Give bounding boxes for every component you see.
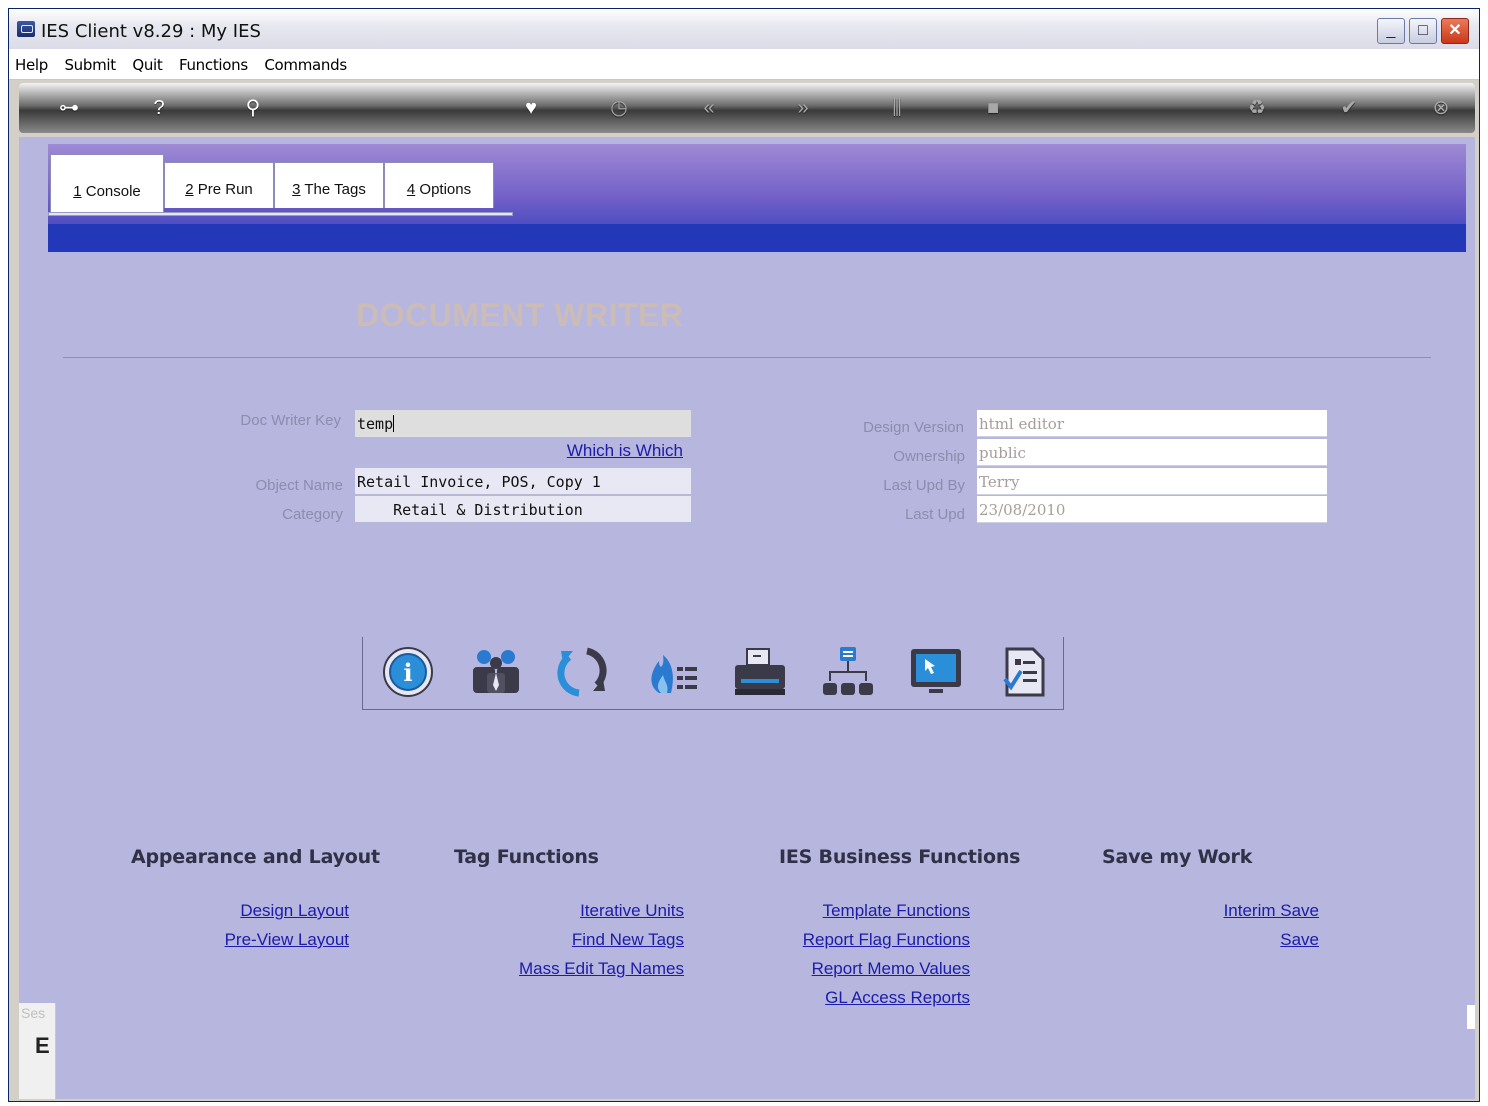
refresh-icon[interactable] (557, 645, 611, 699)
status-label: Ses (21, 1005, 46, 1021)
status-panel: Ses E (19, 1003, 56, 1099)
page-title: DOCUMENT WRITER (356, 297, 684, 333)
design-version-field[interactable]: html editor (977, 410, 1327, 437)
check-icon[interactable]: ✔ (1337, 97, 1361, 119)
tab-label: Pre Run (193, 181, 253, 198)
tab-key: 2 (185, 181, 194, 198)
tab-options[interactable]: 4 Options (384, 162, 494, 208)
menu-functions[interactable]: Functions (173, 49, 254, 74)
tab-the-tags[interactable]: 3 The Tags (274, 162, 384, 208)
users-icon[interactable] (469, 645, 523, 699)
window-title: IES Client v8.29 : My IES (41, 21, 261, 42)
preview-layout-link[interactable]: Pre-View Layout (119, 930, 349, 950)
header-stripe (48, 224, 1466, 252)
app-icon (17, 21, 35, 37)
last-upd-by-label: Last Upd By (883, 477, 965, 494)
app-window: IES Client v8.29 : My IES _ □ ✕ Help Sub… (8, 8, 1480, 1102)
toolbar: ⊶ ? ⚲ ♥ ◷ « » ⫼ ■ ♻ ✔ ⊗ (19, 83, 1475, 133)
close-window-button[interactable]: ✕ (1441, 18, 1469, 44)
title-bar[interactable]: IES Client v8.29 : My IES _ □ ✕ (9, 9, 1479, 50)
tab-label: The Tags (300, 181, 366, 198)
iterative-units-link[interactable]: Iterative Units (444, 901, 684, 921)
tab-console[interactable]: 1 Console (50, 154, 164, 212)
last-upd-by-field[interactable]: Terry (977, 468, 1327, 495)
doc-writer-key-value: temp (357, 415, 394, 433)
report-memo-values-link[interactable]: Report Memo Values (739, 959, 970, 979)
recycle-icon[interactable]: ♻ (1245, 97, 1269, 119)
text-caret (393, 415, 395, 432)
interim-save-link[interactable]: Interim Save (1119, 901, 1319, 921)
design-version-label: Design Version (863, 419, 964, 436)
info-icon[interactable]: i (381, 645, 435, 699)
doc-writer-key-label: Doc Writer Key (240, 412, 341, 429)
header-band: 1 Console 2 Pre Run 3 The Tags 4 Options (48, 144, 1466, 252)
last-upd-field[interactable]: 23/08/2010 (977, 496, 1327, 523)
checklist-doc-icon[interactable] (997, 645, 1051, 699)
status-glyph: E (35, 1033, 50, 1058)
forward-icon[interactable]: » (791, 97, 815, 119)
ownership-label: Ownership (893, 448, 965, 465)
which-is-which-link[interactable]: Which is Which (463, 441, 683, 461)
minimize-button[interactable]: _ (1377, 18, 1405, 44)
ownership-field[interactable]: public (977, 439, 1327, 466)
maximize-button[interactable]: □ (1409, 18, 1437, 44)
appearance-heading: Appearance and Layout (131, 846, 380, 868)
rewind-icon[interactable]: « (697, 97, 721, 119)
chart-icon[interactable]: ⫼ (885, 97, 909, 119)
help-icon[interactable]: ? (147, 97, 171, 119)
hierarchy-icon[interactable] (821, 645, 875, 699)
report-flag-functions-link[interactable]: Report Flag Functions (739, 930, 970, 950)
tab-pre-run[interactable]: 2 Pre Run (164, 162, 274, 208)
svg-text:i: i (403, 658, 412, 687)
fire-list-icon[interactable] (645, 645, 699, 699)
save-my-work-heading: Save my Work (1102, 846, 1253, 868)
tab-underline (48, 212, 513, 216)
search-icon[interactable]: ⚲ (241, 97, 265, 119)
doc-writer-key-input[interactable]: temp (355, 410, 691, 437)
heart-icon[interactable]: ♥ (519, 97, 543, 119)
template-functions-link[interactable]: Template Functions (739, 901, 970, 921)
main-content: 1 Console 2 Pre Run 3 The Tags 4 Options… (19, 137, 1475, 1099)
menu-bar: Help Submit Quit Functions Commands (9, 49, 1479, 80)
key-icon[interactable]: ⊶ (49, 97, 89, 119)
tab-key: 1 (73, 183, 82, 200)
design-layout-link[interactable]: Design Layout (119, 901, 349, 921)
tag-functions-heading: Tag Functions (454, 846, 599, 868)
mass-edit-tag-names-link[interactable]: Mass Edit Tag Names (444, 959, 684, 979)
printer-icon[interactable] (733, 645, 787, 699)
object-name-field[interactable]: Retail Invoice, POS, Copy 1 (355, 468, 691, 495)
save-link[interactable]: Save (1119, 930, 1319, 950)
tab-label: Console (81, 183, 141, 200)
gl-access-reports-link[interactable]: GL Access Reports (739, 988, 970, 1008)
business-functions-heading: IES Business Functions (779, 846, 1021, 868)
category-label: Category (282, 506, 343, 523)
menu-commands[interactable]: Commands (258, 49, 353, 74)
tab-label: Options (415, 181, 472, 198)
clock-icon[interactable]: ◷ (607, 97, 631, 119)
divider (63, 357, 1431, 358)
action-icon-row: i (362, 637, 1064, 710)
object-name-label: Object Name (255, 477, 343, 494)
find-new-tags-link[interactable]: Find New Tags (444, 930, 684, 950)
menu-submit[interactable]: Submit (58, 49, 121, 74)
menu-quit[interactable]: Quit (126, 49, 168, 74)
category-field[interactable]: Retail & Distribution (355, 496, 691, 523)
tab-key: 3 (292, 181, 301, 198)
right-edge-strip (1467, 1005, 1475, 1029)
tab-key: 4 (406, 181, 416, 198)
last-upd-label: Last Upd (904, 506, 965, 523)
menu-help[interactable]: Help (9, 49, 54, 74)
square-icon[interactable]: ■ (981, 97, 1005, 119)
monitor-icon[interactable] (909, 645, 963, 699)
close-icon[interactable]: ⊗ (1429, 97, 1453, 119)
